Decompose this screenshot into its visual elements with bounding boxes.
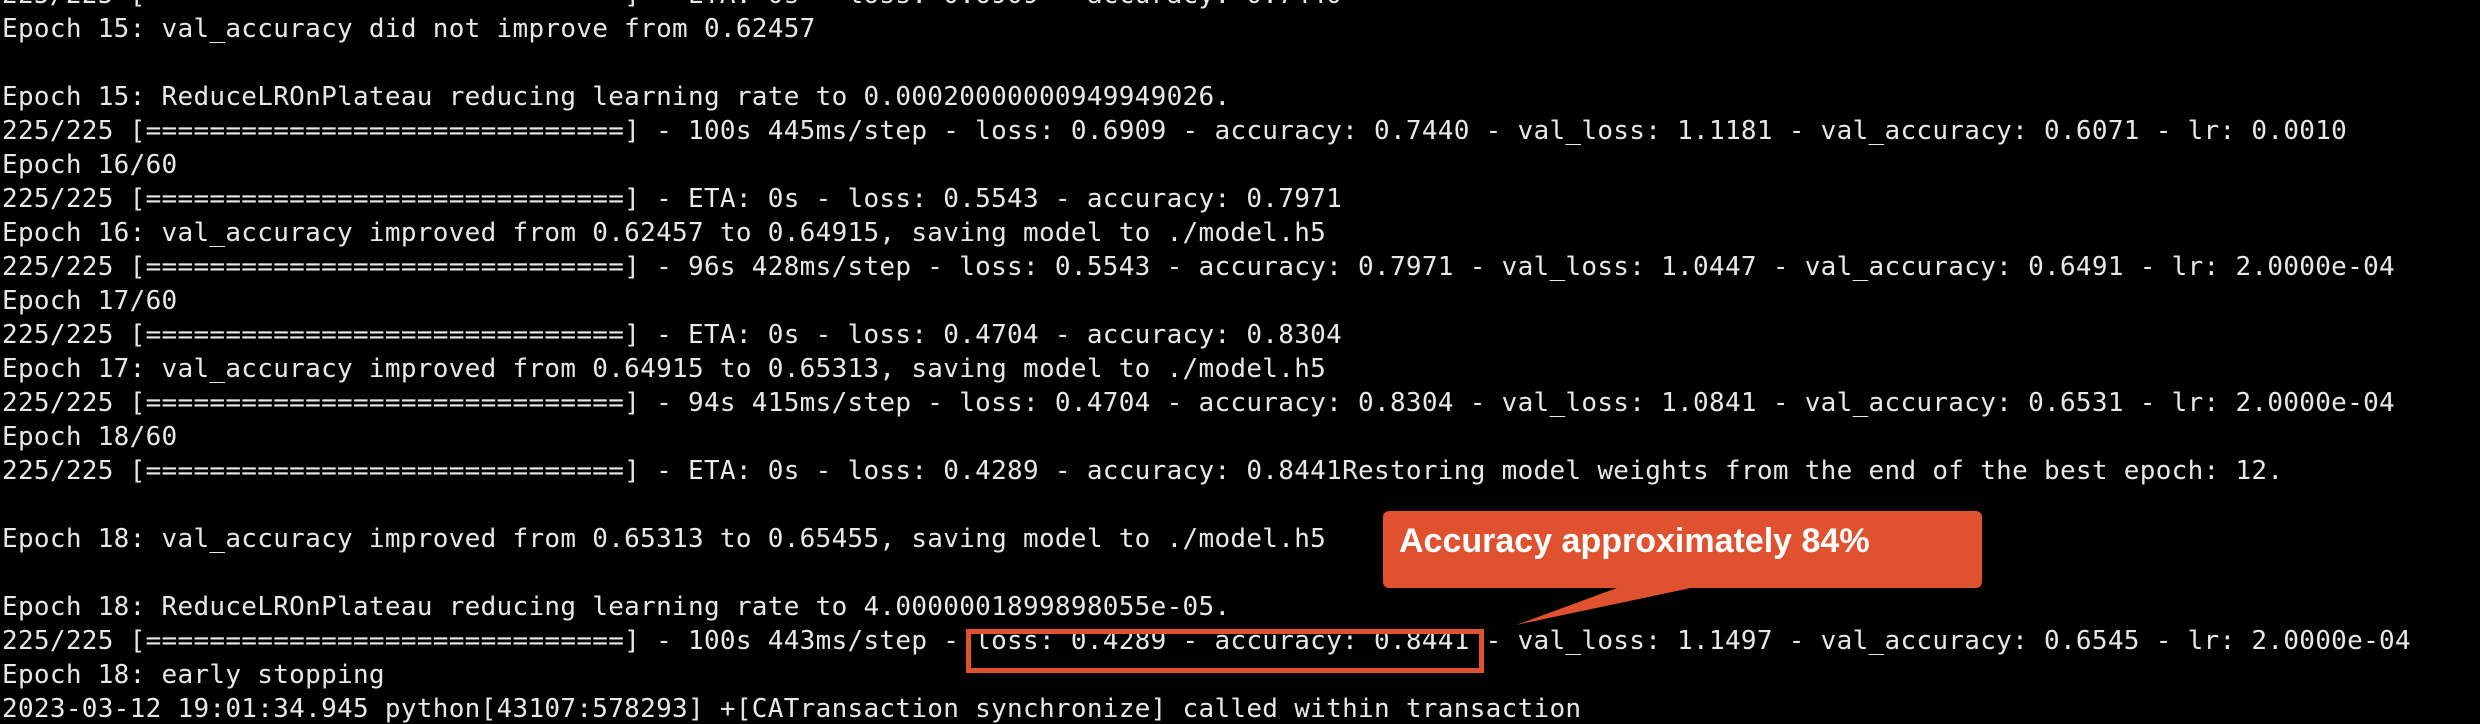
- accuracy-callout: Accuracy approximately 84%: [1383, 511, 1982, 588]
- terminal-line: Epoch 16/60: [2, 150, 178, 180]
- terminal-line: 225/225 [==============================]…: [2, 184, 1343, 214]
- terminal-lines: 225/225 [==============================]…: [2, 0, 2411, 724]
- terminal-line: 225/225 [==============================]…: [2, 116, 2348, 146]
- terminal-line: 225/225 [==============================]…: [2, 456, 2284, 486]
- terminal-output: 225/225 [==============================]…: [0, 0, 2480, 724]
- terminal-line: Epoch 15: ReduceLROnPlateau reducing lea…: [2, 82, 1231, 112]
- terminal-line: 225/225 [==============================]…: [2, 252, 2395, 282]
- terminal-line: Epoch 15: val_accuracy did not improve f…: [2, 14, 816, 44]
- terminal-line: Epoch 18/60: [2, 422, 178, 452]
- terminal-line: 2023-03-12 19:01:34.945 python[43107:578…: [2, 694, 1582, 724]
- terminal-line: 225/225 [==============================]…: [2, 388, 2395, 418]
- terminal-line: 225/225 [==============================]…: [2, 0, 2411, 12]
- accuracy-highlight-box: [966, 629, 1484, 673]
- terminal-line: 225/225 [==============================]…: [2, 320, 1343, 350]
- terminal-line: Epoch 17/60: [2, 286, 178, 316]
- terminal-line: Epoch 18: ReduceLROnPlateau reducing lea…: [2, 592, 1231, 622]
- terminal-line: Epoch 16: val_accuracy improved from 0.6…: [2, 218, 1327, 248]
- terminal-line: Epoch 18: val_accuracy improved from 0.6…: [2, 524, 1327, 554]
- callout-label: Accuracy approximately 84%: [1399, 522, 1870, 560]
- terminal-line: Epoch 17: val_accuracy improved from 0.6…: [2, 354, 1327, 384]
